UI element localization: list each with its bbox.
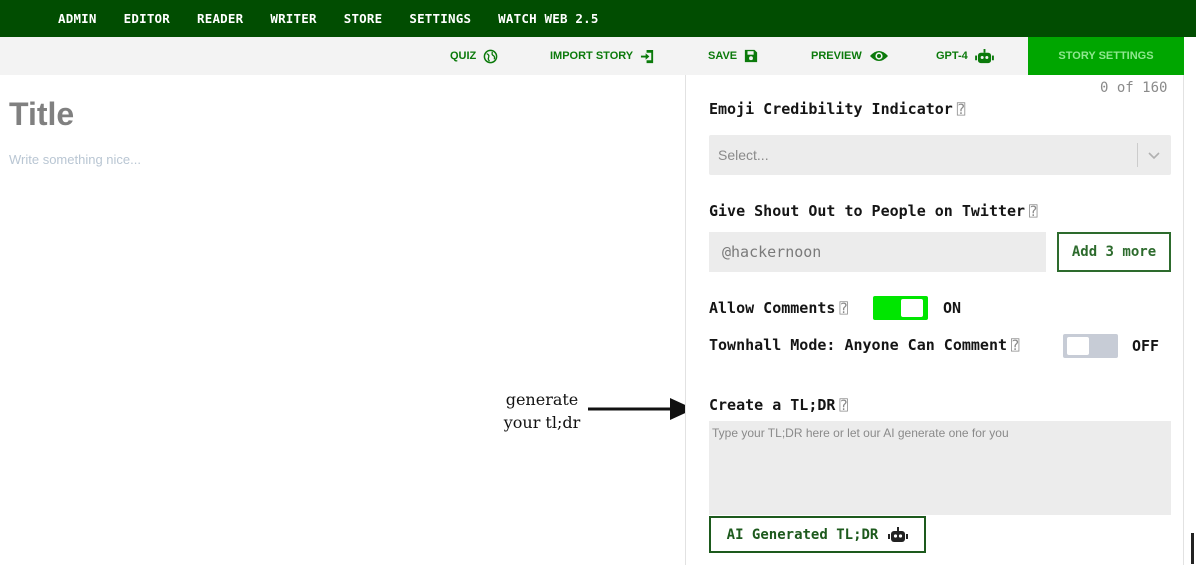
tldr-heading: Create a TL;DR ⍰ <box>709 396 848 414</box>
tldr-label: Create a TL;DR <box>709 396 836 414</box>
save-button[interactable]: SAVE <box>708 37 758 75</box>
townhall-label: Townhall Mode: Anyone Can Comment <box>709 336 1008 354</box>
chevron-down-icon[interactable] <box>1147 148 1161 162</box>
emoji-credibility-label: Emoji Credibility Indicator <box>709 100 953 118</box>
character-counter: 0 of 160 <box>1100 80 1168 96</box>
nav-admin[interactable]: ADMIN <box>58 11 97 26</box>
nav-writer[interactable]: WRITER <box>270 11 316 26</box>
twitter-handle-input[interactable] <box>709 232 1046 272</box>
help-icon[interactable]: ⍰ <box>957 102 965 118</box>
help-icon[interactable]: ⍰ <box>1029 204 1037 220</box>
annotation-text: generate your tl;dr <box>496 388 588 434</box>
annotation-arrow-icon <box>588 398 694 420</box>
help-icon[interactable]: ⍰ <box>1011 338 1019 354</box>
help-icon[interactable]: ⍰ <box>839 398 847 414</box>
annotation-line-2: your tl;dr <box>503 413 581 432</box>
annotation-line-1: generate <box>505 390 579 409</box>
import-story-button[interactable]: IMPORT STORY <box>550 37 655 75</box>
nav-editor[interactable]: EDITOR <box>124 11 170 26</box>
floppy-disk-icon <box>745 49 758 63</box>
townhall-heading: Townhall Mode: Anyone Can Comment ⍰ <box>709 336 1019 354</box>
top-nav: ADMIN EDITOR READER WRITER STORE SETTING… <box>0 0 1196 37</box>
allow-comments-state: ON <box>943 299 962 317</box>
add-more-label: Add 3 more <box>1071 244 1157 260</box>
story-settings-label: STORY SETTINGS <box>1058 50 1154 62</box>
import-icon <box>641 49 654 63</box>
story-body-placeholder[interactable]: Write something nice... <box>9 152 141 167</box>
import-story-label: IMPORT STORY <box>550 50 634 62</box>
emoji-credibility-select[interactable]: Select... <box>709 135 1171 175</box>
editor-toolbar: QUIZ IMPORT STORY SAVE PREVIEW GPT-4 STO… <box>0 37 1184 75</box>
toggle-knob <box>1067 337 1089 355</box>
ai-generate-tldr-button[interactable]: AI Generated TL;DR <box>709 516 926 553</box>
text-cursor <box>1191 533 1194 564</box>
robot-icon <box>888 526 909 542</box>
emoji-select-placeholder: Select... <box>718 147 769 163</box>
shoutout-label: Give Shout Out to People on Twitter <box>709 202 1026 220</box>
toggle-knob <box>901 299 923 317</box>
allow-comments-heading: Allow Comments ⍰ <box>709 299 848 317</box>
shoutout-heading: Give Shout Out to People on Twitter ⍰ <box>709 202 1038 220</box>
robot-icon <box>974 48 994 63</box>
globe-icon <box>483 49 498 63</box>
nav-watch-web[interactable]: WATCH WEB 2.5 <box>498 11 598 26</box>
ai-generate-tldr-label: AI Generated TL;DR <box>726 526 879 543</box>
nav-settings[interactable]: SETTINGS <box>409 11 471 26</box>
preview-button[interactable]: PREVIEW <box>811 37 889 75</box>
quiz-label: QUIZ <box>450 50 477 62</box>
nav-reader[interactable]: READER <box>197 11 243 26</box>
emoji-credibility-heading: Emoji Credibility Indicator ⍰ <box>709 100 965 118</box>
nav-store[interactable]: STORE <box>344 11 383 26</box>
townhall-toggle[interactable] <box>1063 334 1118 358</box>
quiz-button[interactable]: QUIZ <box>450 37 498 75</box>
select-divider <box>1137 143 1138 167</box>
help-icon[interactable]: ⍰ <box>839 301 847 317</box>
story-title-placeholder[interactable]: Title <box>9 96 74 133</box>
preview-label: PREVIEW <box>811 50 862 62</box>
townhall-state: OFF <box>1132 337 1160 355</box>
save-label: SAVE <box>708 50 738 62</box>
allow-comments-label: Allow Comments <box>709 299 836 317</box>
gpt4-button[interactable]: GPT-4 <box>936 37 994 75</box>
eye-icon <box>869 51 888 61</box>
tldr-textarea[interactable] <box>709 421 1171 515</box>
gpt4-label: GPT-4 <box>936 50 968 62</box>
story-settings-tab[interactable]: STORY SETTINGS <box>1028 37 1184 75</box>
add-more-button[interactable]: Add 3 more <box>1057 232 1171 272</box>
allow-comments-toggle[interactable] <box>873 296 928 320</box>
